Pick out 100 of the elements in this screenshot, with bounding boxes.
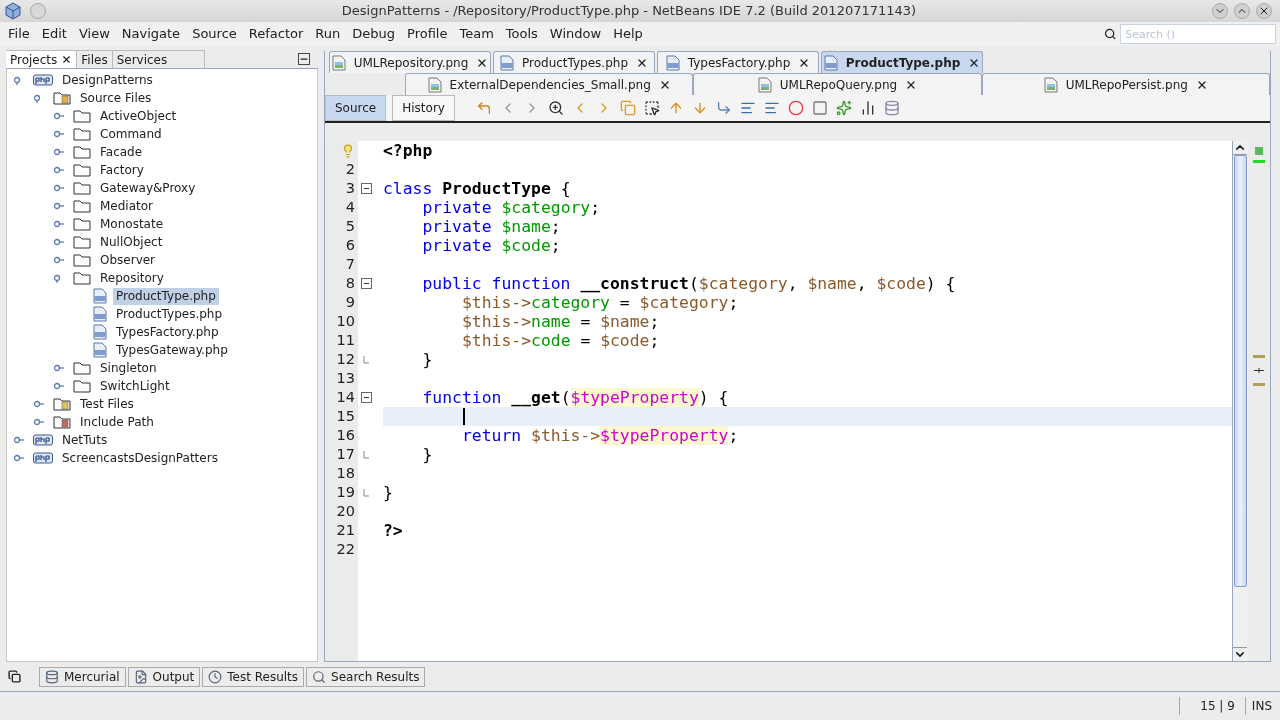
expand-toggle-icon[interactable] xyxy=(53,147,65,157)
folder-icon xyxy=(73,253,91,267)
fold-toggle-icon[interactable] xyxy=(360,183,372,194)
menu-item[interactable]: Edit xyxy=(35,24,73,44)
menu-item[interactable]: Team xyxy=(453,24,500,44)
tree-item[interactable]: Observer xyxy=(97,251,159,269)
menu-item[interactable]: Source xyxy=(186,24,243,44)
expand-toggle-icon[interactable] xyxy=(13,453,25,463)
expand-toggle-icon[interactable] xyxy=(53,201,65,211)
search-field[interactable]: Search () xyxy=(1120,24,1276,44)
menu-item[interactable]: Help xyxy=(607,24,649,44)
record-icon[interactable] xyxy=(787,100,804,116)
expand-toggle-icon[interactable] xyxy=(13,435,25,445)
editor-tab[interactable]: ProductTypes.php xyxy=(493,51,655,73)
tree-item[interactable]: ProductType.php xyxy=(113,287,219,305)
tree-item[interactable]: NetTuts xyxy=(59,431,111,449)
editor-tab[interactable]: ExternalDependencies_Small.png xyxy=(405,73,694,95)
expand-toggle-icon[interactable] xyxy=(53,129,65,139)
tree-item[interactable]: Factory xyxy=(97,161,147,179)
expand-toggle-icon[interactable] xyxy=(53,237,65,247)
folder-icon xyxy=(73,199,91,213)
folder-icon xyxy=(73,379,91,393)
tree-item[interactable]: Gateway&Proxy xyxy=(97,179,199,197)
find-icon[interactable] xyxy=(547,100,564,116)
fold-toggle-icon[interactable] xyxy=(360,392,372,403)
tree-item[interactable]: NullObject xyxy=(97,233,166,251)
tree-item[interactable]: Mediator xyxy=(97,197,157,215)
expand-toggle-icon[interactable] xyxy=(53,183,65,193)
php-file-icon xyxy=(500,54,514,71)
panel-tab[interactable]: Projects xyxy=(6,50,78,68)
panel-tab[interactable]: Services xyxy=(112,50,205,68)
back-icon[interactable] xyxy=(475,100,492,116)
editor-tab[interactable]: TypesFactory.php xyxy=(657,51,819,73)
expand-toggle-icon[interactable] xyxy=(53,381,65,391)
tree-item[interactable]: ProductTypes.php xyxy=(113,305,226,323)
occurrence-mark-icon xyxy=(1253,383,1265,386)
tree-item[interactable]: SwitchLight xyxy=(97,377,173,395)
close-button[interactable] xyxy=(1256,3,1272,19)
tree-item[interactable]: Source Files xyxy=(77,89,155,107)
code-text: $code xyxy=(501,236,551,255)
panel-tab[interactable]: Files xyxy=(77,50,113,68)
output-window-tab[interactable]: Output xyxy=(127,666,201,687)
code-text: ; xyxy=(590,198,601,217)
tree-item[interactable]: Monostate xyxy=(97,215,167,233)
tree-item[interactable]: Facade xyxy=(97,143,146,161)
menu-item[interactable]: View xyxy=(72,24,116,44)
maximize-button[interactable] xyxy=(1234,3,1250,19)
tree-item[interactable]: ActiveObject xyxy=(97,107,180,125)
expand-toggle-icon[interactable] xyxy=(33,417,45,427)
editor-tab[interactable]: UMLRepository.png xyxy=(329,51,491,73)
stop-icon[interactable] xyxy=(811,100,828,116)
restore-windows-icon[interactable] xyxy=(8,670,21,683)
tree-item[interactable]: ScreencastsDesignPatters xyxy=(59,449,221,467)
fold-toggle-icon[interactable] xyxy=(360,278,372,289)
tree-item[interactable]: TypesGateway.php xyxy=(113,341,231,359)
editor-tab[interactable]: ProductType.php xyxy=(821,51,983,73)
expand-toggle-icon[interactable] xyxy=(53,111,65,121)
scrollbar-thumb[interactable] xyxy=(1234,155,1247,587)
menu-item[interactable]: Refactor xyxy=(242,24,310,44)
tree-item[interactable]: TypesFactory.php xyxy=(113,323,222,341)
menu-item[interactable]: Tools xyxy=(499,24,544,44)
caret-mark-icon xyxy=(1254,368,1264,373)
line-number: 6 xyxy=(345,235,355,255)
menu-item[interactable]: Navigate xyxy=(115,24,187,44)
output-window-tab[interactable]: Mercurial xyxy=(39,666,126,687)
tree-item[interactable]: Repository xyxy=(97,269,167,287)
tree-item[interactable]: DesignPatterns xyxy=(59,71,156,89)
menu-item[interactable]: Profile xyxy=(401,24,454,44)
editor-tab[interactable]: UMLRepoQuery.png xyxy=(693,73,982,95)
tree-item[interactable]: Singleton xyxy=(97,359,160,377)
close-icon[interactable] xyxy=(61,54,73,65)
tree-item[interactable]: Command xyxy=(97,125,165,143)
view-toggle-button[interactable]: History xyxy=(392,95,455,121)
tree-item[interactable]: Include Path xyxy=(77,413,157,431)
output-window-tab[interactable]: Test Results xyxy=(202,666,305,687)
expand-toggle-icon[interactable] xyxy=(53,165,65,175)
vertical-scrollbar[interactable] xyxy=(1232,141,1248,661)
image-file-icon xyxy=(1043,76,1058,93)
expand-toggle-icon[interactable] xyxy=(53,219,65,229)
expand-toggle-icon[interactable] xyxy=(53,363,65,373)
expand-toggle-icon[interactable] xyxy=(33,399,45,409)
editor-tab[interactable]: UMLRepoPersist.png xyxy=(981,73,1270,95)
expand-toggle-icon[interactable] xyxy=(53,255,65,265)
minimize-panel-icon[interactable] xyxy=(298,53,310,65)
menu-item[interactable]: File xyxy=(2,24,36,44)
minimize-button[interactable] xyxy=(1212,3,1228,19)
menu-item[interactable]: Debug xyxy=(346,24,402,44)
view-toggle-button[interactable]: Source xyxy=(325,95,387,121)
code-text: } xyxy=(383,483,393,502)
tree-item[interactable]: Test Files xyxy=(77,395,137,413)
selection-icon[interactable] xyxy=(643,100,660,116)
code-text: $this-> xyxy=(460,293,532,312)
database-icon[interactable] xyxy=(883,100,900,116)
code-keyword: function xyxy=(421,388,503,407)
menu-item[interactable]: Window xyxy=(543,24,608,44)
menu-item[interactable]: Run xyxy=(309,24,347,44)
line-number: 2 xyxy=(345,159,355,179)
search-icon[interactable] xyxy=(1104,27,1117,41)
output-window-tab[interactable]: Search Results xyxy=(306,666,426,687)
sparkle-icon[interactable] xyxy=(835,100,852,116)
